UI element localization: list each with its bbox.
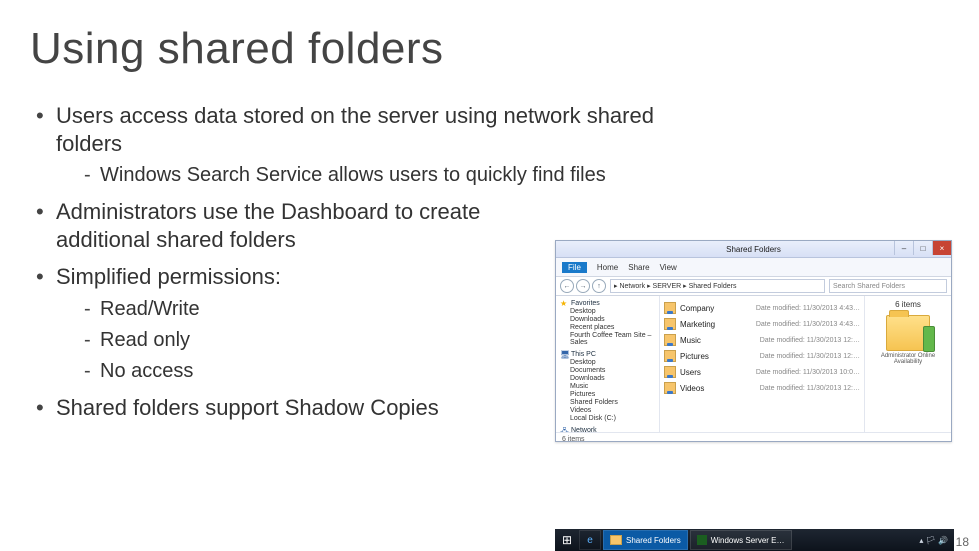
ribbon-tab-view[interactable]: View <box>660 263 677 272</box>
taskbar[interactable]: ⊞ e Shared Folders Windows Server E… ▴ 🏳… <box>555 529 954 551</box>
ribbon-tab-file[interactable]: File <box>562 262 587 273</box>
bullet-3: Simplified permissions: Read/Write Read … <box>30 263 526 384</box>
maximize-button[interactable]: □ <box>913 241 932 255</box>
tree-item[interactable]: Desktop <box>560 359 655 366</box>
navigation-pane[interactable]: ★Favorites Desktop Downloads Recent plac… <box>556 296 660 432</box>
shared-folder-icon <box>664 334 676 346</box>
list-item[interactable]: Pictures Date modified: 11/30/2013 12:… <box>664 348 860 364</box>
shared-folder-icon <box>664 382 676 394</box>
ie-button[interactable]: e <box>579 530 601 550</box>
item-name: Music <box>680 336 701 345</box>
slide: Using shared folders Users access data s… <box>0 0 979 551</box>
window-title: Shared Folders <box>726 245 781 254</box>
tree-item[interactable]: Music <box>560 383 655 390</box>
bullet-1: Users access data stored on the server u… <box>30 102 670 188</box>
shared-folder-icon <box>664 302 676 314</box>
list-item[interactable]: Videos Date modified: 11/30/2013 12:… <box>664 380 860 396</box>
list-item[interactable]: Marketing Date modified: 11/30/2013 4:43… <box>664 316 860 332</box>
shared-folder-icon <box>664 318 676 330</box>
tree-item[interactable]: Fourth Coffee Team Site – Sales <box>560 332 655 346</box>
start-button[interactable]: ⊞ <box>557 531 577 549</box>
favorites-icon: ★ <box>560 299 568 307</box>
network-icon: 🖧 <box>560 426 568 432</box>
taskbar-item-label: Windows Server E… <box>711 536 785 545</box>
tree-item[interactable]: Downloads <box>560 316 655 323</box>
list-item[interactable]: Users Date modified: 11/30/2013 10:0… <box>664 364 860 380</box>
tree-item[interactable]: Desktop <box>560 308 655 315</box>
window-buttons: – □ × <box>894 241 951 255</box>
status-bar: 6 items <box>556 432 951 445</box>
tree-item[interactable]: Shared Folders <box>560 399 655 406</box>
tree-item[interactable]: Local Disk (C:) <box>560 415 655 422</box>
nav-back-button[interactable]: ← <box>560 279 574 293</box>
file-list[interactable]: Company Date modified: 11/30/2013 4:43… … <box>660 296 864 432</box>
nav-up-button[interactable]: ↑ <box>592 279 606 293</box>
tree-item[interactable]: Videos <box>560 407 655 414</box>
system-tray[interactable]: ▴ 🏳 🔊 <box>919 536 952 545</box>
bullet-3-sub-3: No access <box>56 359 526 384</box>
item-meta: Date modified: 11/30/2013 12:… <box>760 353 860 360</box>
search-input[interactable]: Search Shared Folders <box>829 279 947 293</box>
status-indicator-icon <box>923 326 935 352</box>
item-meta: Date modified: 11/30/2013 4:43… <box>756 321 860 328</box>
item-meta: Date modified: 11/30/2013 4:43… <box>756 305 860 312</box>
taskbar-item-server-essentials[interactable]: Windows Server E… <box>690 530 792 550</box>
details-pane: 6 items Administrator Online Availabilit… <box>864 296 951 432</box>
list-item[interactable]: Music Date modified: 11/30/2013 12:… <box>664 332 860 348</box>
this-pc-icon: 🖥 <box>560 350 568 358</box>
explorer-body: ★Favorites Desktop Downloads Recent plac… <box>556 296 951 432</box>
tree-item[interactable]: Pictures <box>560 391 655 398</box>
bullet-1-text: Users access data stored on the server u… <box>56 103 654 156</box>
item-name: Pictures <box>680 352 709 361</box>
item-meta: Date modified: 11/30/2013 10:0… <box>756 369 860 376</box>
ribbon-tab-home[interactable]: Home <box>597 263 618 272</box>
folder-large-icon <box>886 315 930 351</box>
tree-network[interactable]: Network <box>571 427 597 433</box>
address-bar-row: ← → ↑ ▸ Network ▸ SERVER ▸ Shared Folder… <box>556 277 951 296</box>
details-count: 6 items <box>869 300 947 309</box>
bullet-3-sub-1: Read/Write <box>56 297 526 322</box>
file-explorer-window[interactable]: Shared Folders – □ × File Home Share Vie… <box>555 240 952 442</box>
bullet-3-sub-2: Read only <box>56 328 526 353</box>
bullet-3-text: Simplified permissions: <box>56 264 281 289</box>
bullet-4-text: Shared folders support Shadow Copies <box>56 395 439 420</box>
bullet-2: Administrators use the Dashboard to crea… <box>30 198 526 253</box>
taskbar-item-shared-folders[interactable]: Shared Folders <box>603 530 688 550</box>
shared-folder-icon <box>664 350 676 362</box>
close-button[interactable]: × <box>932 241 951 255</box>
taskbar-item-label: Shared Folders <box>626 536 681 545</box>
item-meta: Date modified: 11/30/2013 12:… <box>760 385 860 392</box>
tree-item[interactable]: Recent places <box>560 324 655 331</box>
nav-forward-button[interactable]: → <box>576 279 590 293</box>
details-caption-2: Availability <box>869 359 947 365</box>
item-name: Marketing <box>680 320 715 329</box>
minimize-button[interactable]: – <box>894 241 913 255</box>
ribbon: File Home Share View <box>556 258 951 277</box>
tree-item[interactable]: Documents <box>560 367 655 374</box>
shared-folder-icon <box>664 366 676 378</box>
nav-buttons: ← → ↑ <box>560 279 606 293</box>
item-name: Users <box>680 368 701 377</box>
app-icon <box>697 535 707 545</box>
item-name: Videos <box>680 384 704 393</box>
item-name: Company <box>680 304 714 313</box>
ribbon-tab-share[interactable]: Share <box>628 263 649 272</box>
slide-title: Using shared folders <box>30 24 949 74</box>
folder-icon <box>610 535 622 545</box>
item-meta: Date modified: 11/30/2013 12:… <box>760 337 860 344</box>
tree-item[interactable]: Downloads <box>560 375 655 382</box>
bullet-2-text: Administrators use the Dashboard to crea… <box>56 199 480 252</box>
bullet-1-sub-1: Windows Search Service allows users to q… <box>56 163 670 188</box>
list-item[interactable]: Company Date modified: 11/30/2013 4:43… <box>664 300 860 316</box>
tree-favorites[interactable]: Favorites <box>571 300 600 307</box>
address-bar[interactable]: ▸ Network ▸ SERVER ▸ Shared Folders <box>610 279 825 293</box>
window-titlebar[interactable]: Shared Folders – □ × <box>556 241 951 258</box>
tree-this-pc[interactable]: This PC <box>571 351 596 358</box>
page-number: 18 <box>956 535 969 549</box>
